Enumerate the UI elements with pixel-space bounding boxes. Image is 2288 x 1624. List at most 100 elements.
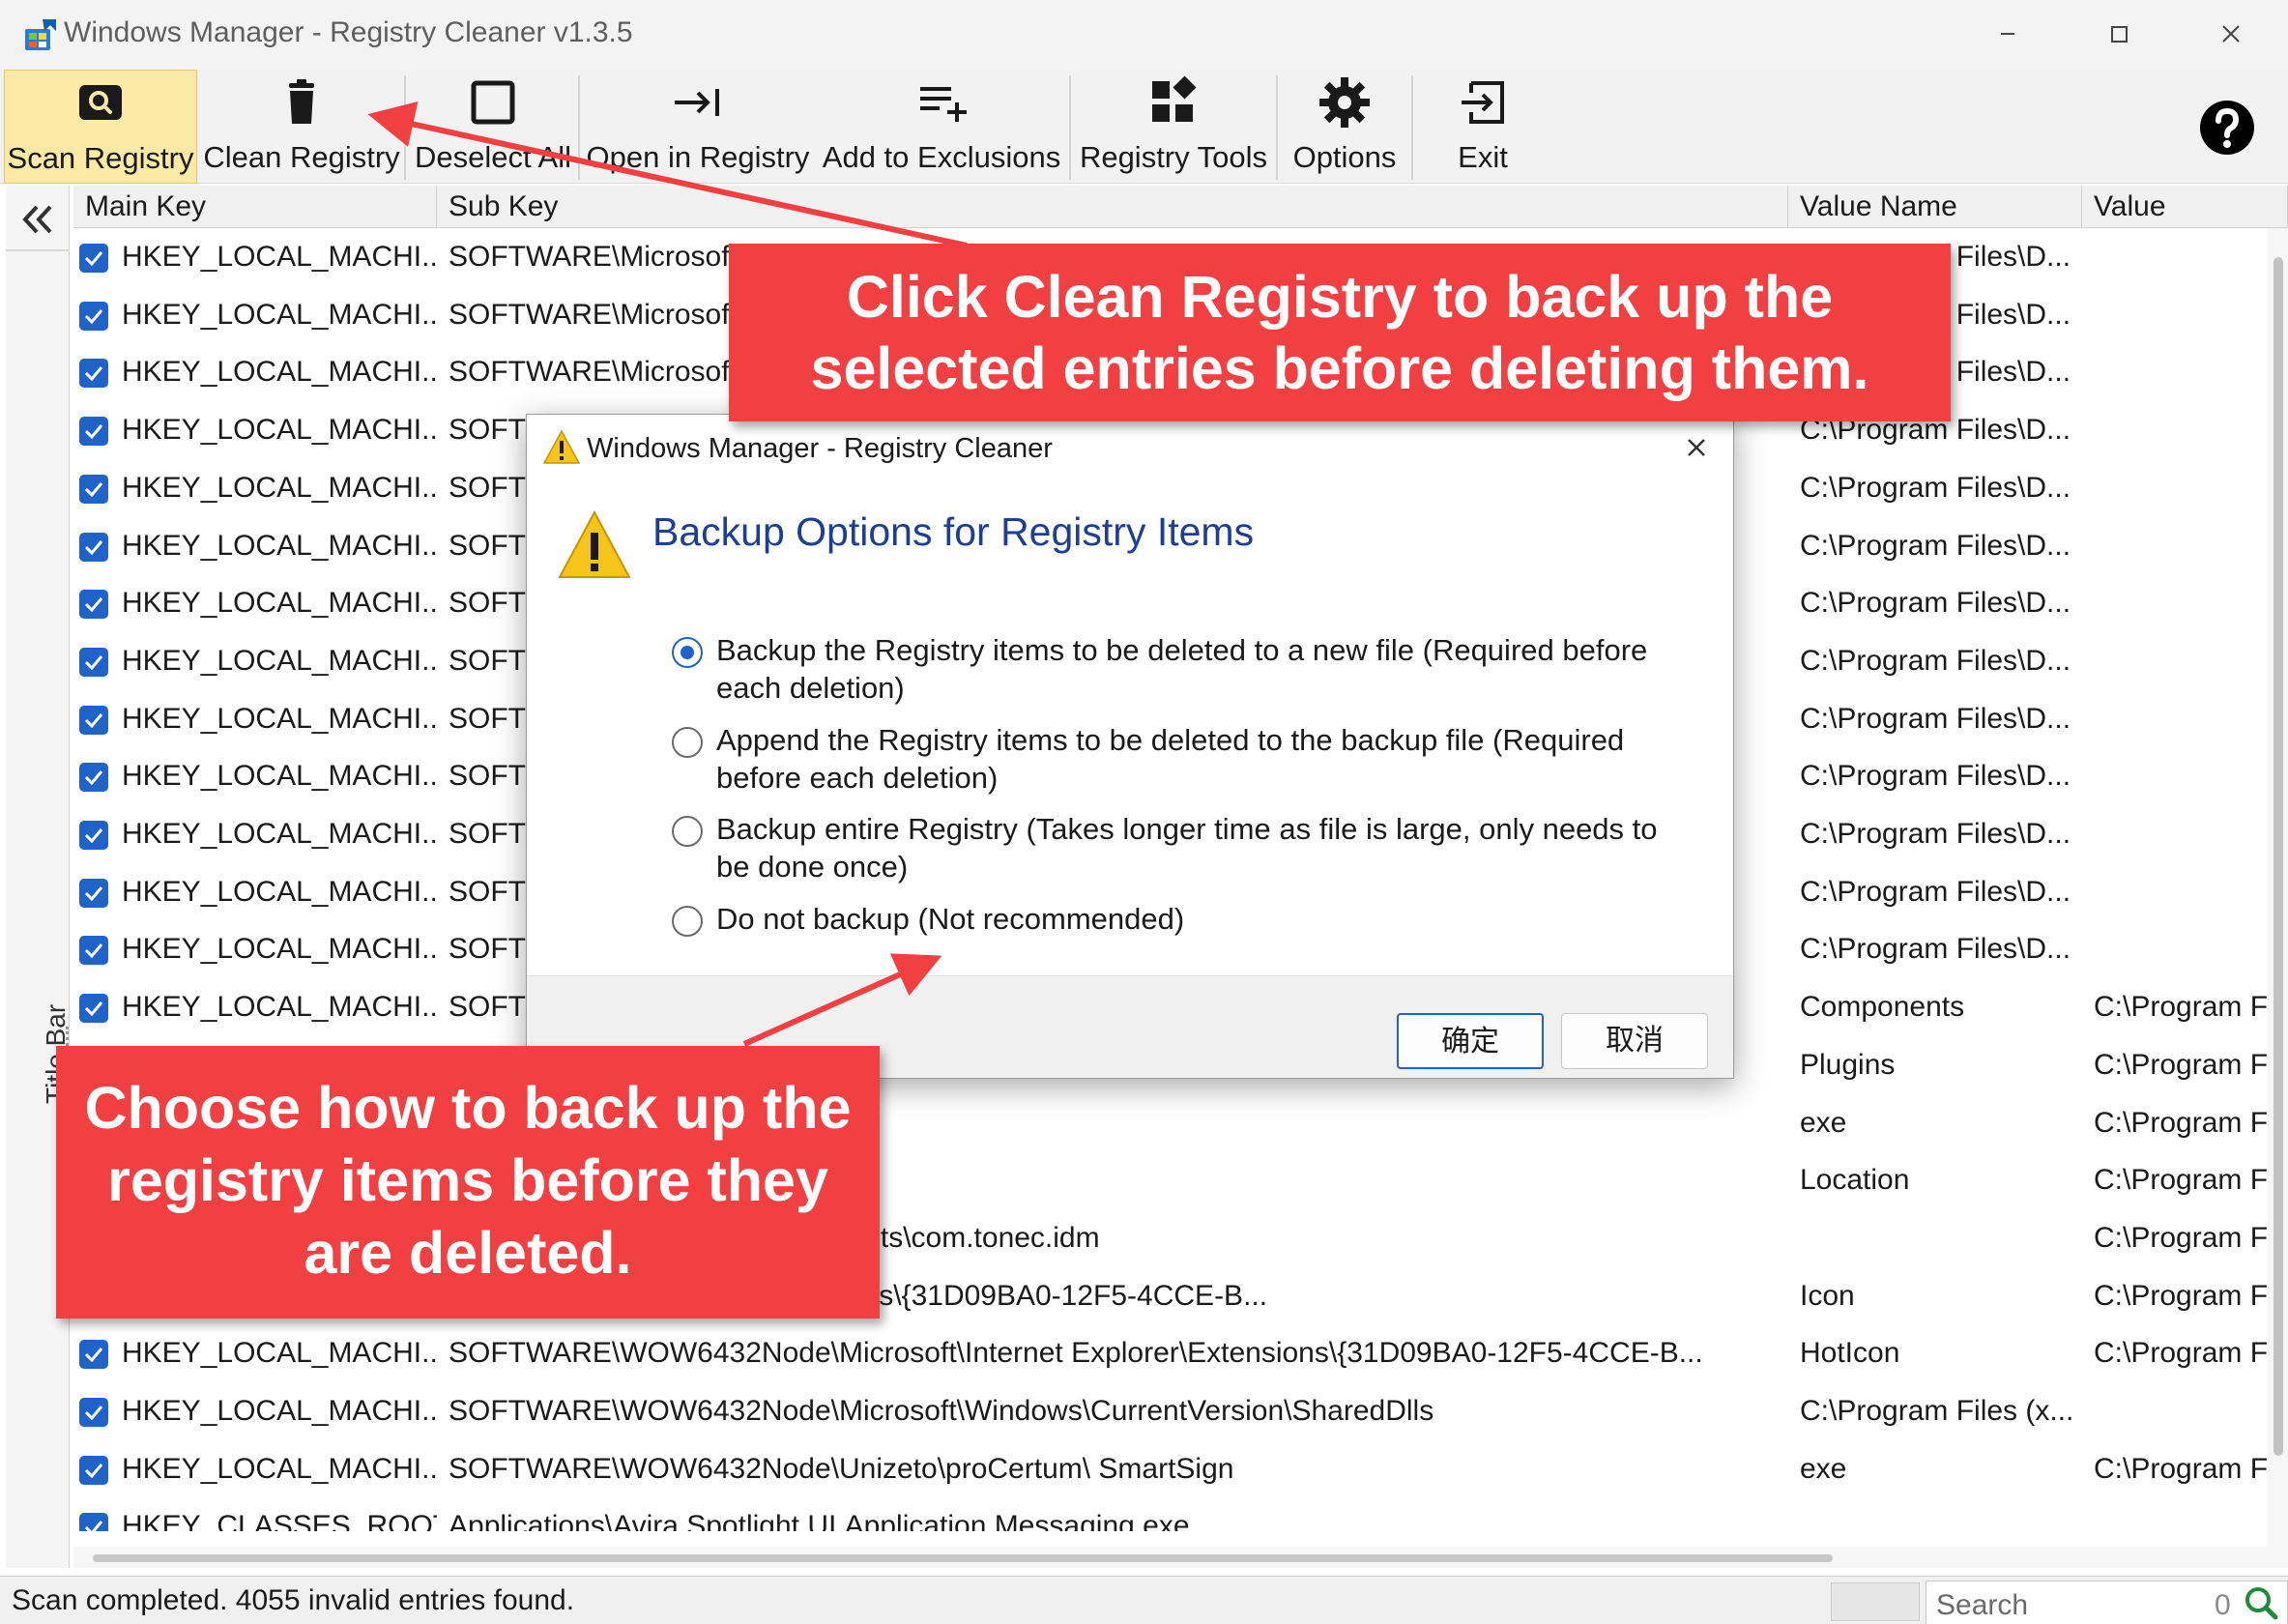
cell-value <box>2082 286 2268 344</box>
double-chevron-left-icon[interactable] <box>15 197 60 242</box>
cell-value: C:\Program Files\ <box>2094 1049 2268 1081</box>
cancel-button[interactable]: 取消 <box>1561 1013 1708 1069</box>
backup-options-dialog: Windows Manager - Registry Cleaner Backu… <box>526 414 1734 1079</box>
trash-icon <box>289 79 314 124</box>
cell-value-name: Plugins <box>1800 1049 1896 1081</box>
cell-value: C:\Program Files\ <box>2094 1107 2268 1139</box>
cell-value-name: exe <box>1800 1453 1847 1485</box>
radio-button[interactable] <box>672 727 703 758</box>
cell-value-name: C:\Program Files\D... <box>1800 530 2071 562</box>
cell-value <box>2082 343 2268 401</box>
cell-value-name: HotIcon <box>1800 1337 1900 1369</box>
status-panel <box>1831 1582 1920 1621</box>
cell-value <box>2082 632 2268 690</box>
cell-value-name: C:\Program Files\D... <box>1800 760 2071 792</box>
cell-value-name: C:\Program Files\D... <box>1800 876 2071 908</box>
cell-value: C:\Program Files\ <box>2094 1164 2268 1196</box>
cell-value <box>2082 863 2268 921</box>
table-row[interactable]: HKEY_LOCAL_MACHI... SOFTWARE\WOW6432Node\… <box>73 1324 2268 1382</box>
radio-button[interactable] <box>672 637 703 668</box>
column-header-sub-key[interactable]: Sub Key <box>437 186 1788 228</box>
cell-value <box>2082 517 2268 575</box>
cell-main-key: HKEY_LOCAL_MACHI... <box>122 933 437 965</box>
cell-main-key: HKEY_LOCAL_MACHI... <box>122 587 437 619</box>
cell-main-key: HKEY_LOCAL_MACHI... <box>122 703 437 735</box>
options-button[interactable]: Options <box>1282 70 1407 184</box>
cell-main-key: HKEY_LOCAL_MACHI... <box>122 1337 437 1369</box>
cell-value-name <box>1788 1209 2082 1267</box>
deselect-all-button[interactable]: Deselect All <box>410 70 576 184</box>
table-row[interactable]: HKEY_LOCAL_MACHI... SOFTWARE\WOW6432Node\… <box>73 1382 2268 1440</box>
cell-main-key: HKEY_LOCAL_MACHI... <box>122 760 437 792</box>
cell-value-name: Components <box>1800 991 1965 1023</box>
cell-main-key: HKEY_LOCAL_MACHI... <box>122 472 437 504</box>
column-header-main-key[interactable]: Main Key <box>73 186 437 228</box>
cell-value <box>2082 1497 2268 1531</box>
cell-value: C:\Program Files\ <box>2094 1453 2268 1485</box>
cell-value-name <box>1788 1497 2082 1531</box>
cell-value-name: C:\Program Files\D... <box>1800 933 2071 965</box>
scan-registry-button[interactable]: Scan Registry <box>4 70 197 184</box>
radio-button[interactable] <box>672 816 703 847</box>
horizontal-scrollbar[interactable] <box>73 1547 2268 1568</box>
cell-value-name: C:\Program Files\D... <box>1800 472 2071 504</box>
cell-value-name: C:\Program Files\D... <box>1800 587 2071 619</box>
cell-main-key: HKEY_LOCAL_MACHI... <box>122 299 437 331</box>
close-icon <box>2222 25 2240 43</box>
table-row[interactable]: HKEY_LOCAL_MACHI... SOFTWARE\WOW6432Node\… <box>73 1440 2268 1498</box>
cell-value-name: C:\Program Files\D... <box>1800 703 2071 735</box>
table-row[interactable]: HKEY_CLASSES_ROOT... Applications\Avira.S… <box>73 1497 2268 1531</box>
maximize-button[interactable] <box>2063 0 2175 70</box>
open-in-registry-button[interactable]: Open in Registry <box>584 70 812 184</box>
cell-value <box>2082 228 2268 286</box>
registry-tools-button[interactable]: Registry Tools <box>1075 70 1272 184</box>
vertical-scrollbar[interactable] <box>2268 228 2288 1568</box>
cell-main-key: HKEY_LOCAL_MACHI... <box>122 241 437 273</box>
toolbar-separator <box>1276 75 1278 180</box>
toolbar-separator <box>1069 75 1071 180</box>
warning-icon <box>558 509 631 578</box>
cell-main-key: HKEY_LOCAL_MACHI... <box>122 991 437 1023</box>
exit-button[interactable]: Exit <box>1417 70 1549 184</box>
option-label: Do not backup (Not recommended) <box>716 902 1185 936</box>
cell-value <box>2082 805 2268 863</box>
cell-main-key: HKEY_LOCAL_MACHI... <box>122 356 437 388</box>
cell-value-name: C:\Program Files\D... <box>1800 645 2071 677</box>
cell-value <box>2082 920 2268 978</box>
clean-registry-button[interactable]: Clean Registry <box>203 70 400 184</box>
add-to-exclusions-button[interactable]: Add to Exclusions <box>818 70 1065 184</box>
cell-value-name: exe <box>1800 1107 1847 1139</box>
ok-button[interactable]: 确定 <box>1397 1013 1544 1069</box>
help-icon[interactable] <box>2198 99 2256 157</box>
search-icon <box>79 85 122 120</box>
cell-main-key: HKEY_LOCAL_MACHI... <box>122 1395 437 1427</box>
scrollbar-thumb[interactable] <box>2274 257 2283 1456</box>
cell-sub-key: SOFTWARE\WOW6432Node\Unizeto\proCertum\ … <box>449 1453 1234 1485</box>
search-input[interactable]: Search 0 <box>1926 1580 2288 1624</box>
toolbar-separator <box>404 75 406 180</box>
dialog-heading: Backup Options for Registry Items <box>652 509 1255 554</box>
cell-value-name: Icon <box>1800 1280 1855 1312</box>
option-label: Backup entire Registry (Takes longer tim… <box>716 812 1658 884</box>
dialog-title-bar: Windows Manager - Registry Cleaner <box>527 415 1733 482</box>
column-header-value-name[interactable]: Value Name <box>1788 186 2082 228</box>
close-icon[interactable] <box>1677 428 1716 467</box>
cell-value: C:\Program Files\ <box>2094 1337 2268 1369</box>
column-header-value[interactable]: Value <box>2082 186 2288 228</box>
exit-icon <box>1462 81 1504 124</box>
scrollbar-thumb[interactable] <box>93 1554 1833 1562</box>
cell-main-key: HKEY_LOCAL_MACHI... <box>122 818 437 850</box>
close-window-button[interactable] <box>2175 0 2287 70</box>
search-count: 0 <box>2215 1589 2231 1621</box>
cell-value <box>2082 747 2268 805</box>
cell-value: C:\Program Files\ <box>2094 1280 2268 1312</box>
cell-value: C:\Program Files\ <box>2094 991 2268 1023</box>
search-icon[interactable] <box>2242 1583 2280 1622</box>
cell-value-name: C:\Program Files\D... <box>1800 818 2071 850</box>
arrow-to-bar-icon <box>675 89 719 116</box>
maximize-icon <box>2111 26 2128 43</box>
cell-main-key: HKEY_LOCAL_MACHI... <box>122 876 437 908</box>
minimize-button[interactable] <box>1951 0 2063 70</box>
radio-button[interactable] <box>672 906 703 937</box>
gear-icon <box>1319 77 1370 128</box>
